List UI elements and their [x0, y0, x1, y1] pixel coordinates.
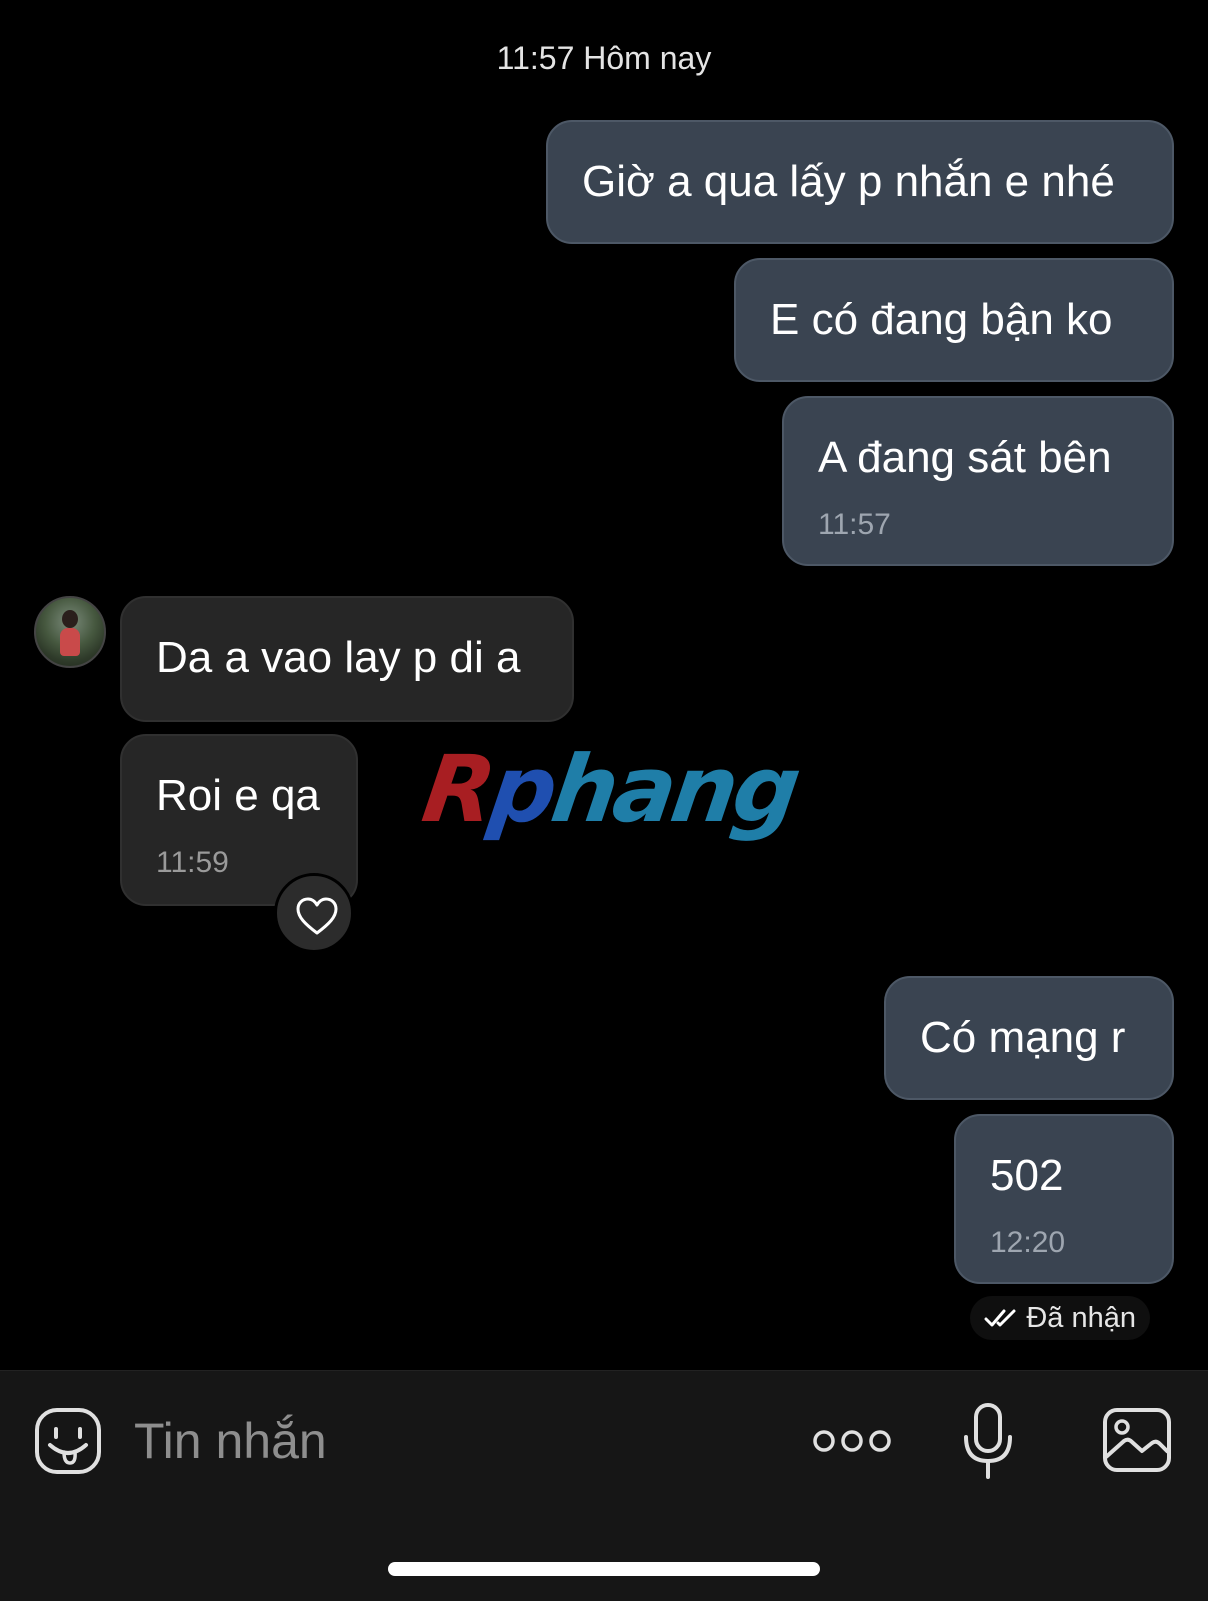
- message-time: 12:20: [990, 1226, 1066, 1259]
- message-bubble-outgoing[interactable]: A đang sát bên 11:57: [782, 396, 1174, 566]
- heart-icon: [296, 897, 338, 935]
- message-bubble-outgoing[interactable]: Có mạng r: [884, 976, 1174, 1100]
- delivery-status-label: Đã nhận: [1026, 1301, 1136, 1334]
- message-input[interactable]: [134, 1409, 754, 1473]
- message-text: 502: [990, 1151, 1064, 1200]
- watermark-logo: Rphang: [416, 736, 804, 843]
- message-time: 11:57: [818, 508, 891, 541]
- message-text: Giờ a qua lấy p nhắn e nhé: [582, 157, 1115, 206]
- message-text: Roi e qa: [156, 771, 320, 820]
- double-check-icon: [984, 1309, 1016, 1327]
- conversation-timestamp: 11:57 Hôm nay: [496, 40, 712, 76]
- message-bubble-outgoing[interactable]: E có đang bận ko: [734, 258, 1174, 382]
- message-text: Có mạng r: [920, 1013, 1126, 1062]
- contact-avatar[interactable]: [34, 596, 106, 668]
- message-time: 11:59: [156, 846, 229, 879]
- message-text: A đang sát bên: [818, 433, 1112, 482]
- image-gallery-icon[interactable]: [1102, 1407, 1172, 1473]
- message-text: Da a vao lay p di a: [156, 633, 521, 682]
- message-bubble-incoming[interactable]: Da a vao lay p di a: [120, 596, 574, 722]
- more-icon[interactable]: [812, 1423, 892, 1459]
- microphone-icon[interactable]: [962, 1401, 1014, 1481]
- home-indicator[interactable]: [388, 1562, 820, 1576]
- message-bubble-outgoing[interactable]: Giờ a qua lấy p nhắn e nhé: [546, 120, 1174, 244]
- delivery-status: Đã nhận: [970, 1296, 1150, 1340]
- reaction-badge[interactable]: [274, 873, 354, 953]
- message-text: E có đang bận ko: [770, 295, 1113, 344]
- message-bubble-outgoing[interactable]: 502 12:20: [954, 1114, 1174, 1284]
- emoji-icon[interactable]: [34, 1407, 102, 1475]
